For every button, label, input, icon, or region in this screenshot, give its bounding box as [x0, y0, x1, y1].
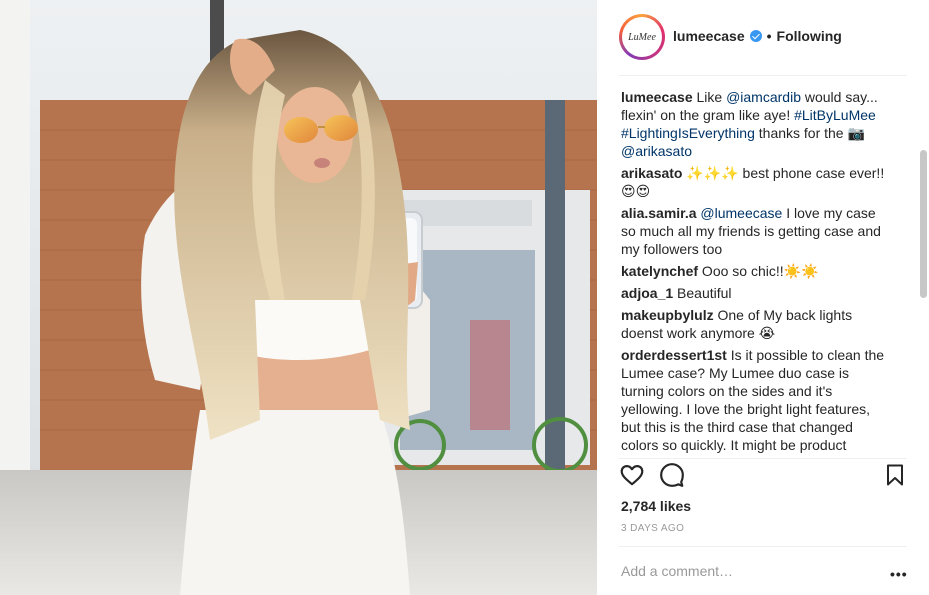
avatar-inner: LuMee: [622, 17, 662, 57]
comment-item: katelynchef Ooo so chic!!☀️☀️: [621, 262, 891, 280]
footer-divider: [619, 546, 907, 547]
comments-scrollbar[interactable]: [920, 150, 927, 298]
avatar-logo: LuMee: [628, 31, 656, 43]
comment-item: alia.samir.a @lumeecase I love my case s…: [621, 204, 891, 258]
more-options-button[interactable]: •••: [890, 566, 908, 582]
comment-username[interactable]: makeupbylulz: [621, 307, 714, 323]
following-button[interactable]: Following: [777, 28, 842, 44]
comment-username[interactable]: orderdessert1st: [621, 347, 727, 363]
add-comment-input[interactable]: [621, 561, 871, 581]
hashtag-link[interactable]: #LightingIsEverything: [621, 125, 755, 141]
action-bar: [619, 462, 909, 494]
instagram-post-modal: LuMee lumeecase • Following lumeecase Li…: [0, 0, 929, 595]
author-username[interactable]: lumeecase: [673, 28, 745, 44]
header-separator: •: [766, 28, 772, 44]
comment-username[interactable]: katelynchef: [621, 263, 698, 279]
mention-link[interactable]: @iamcardib: [726, 89, 801, 105]
comments-list[interactable]: lumeecase Like @iamcardib would say... f…: [621, 88, 891, 458]
comment-item: makeupbylulz One of My back lights doens…: [621, 306, 891, 342]
header-line: lumeecase • Following: [673, 28, 842, 44]
speech-bubble-icon[interactable]: [659, 462, 687, 490]
post-photo: [0, 0, 597, 595]
bookmark-icon[interactable]: [883, 462, 911, 490]
mention-link[interactable]: @lumeecase: [700, 205, 782, 221]
comment-item: orderdessert1st Is it possible to clean …: [621, 346, 891, 454]
post-date[interactable]: 3 DAYS AGO: [621, 523, 684, 534]
comment-text: Beautiful: [673, 285, 732, 301]
comment-text: thanks for the 📷: [754, 125, 865, 141]
likes-count[interactable]: 2,784 likes: [621, 498, 691, 514]
comment-text: Like: [692, 89, 727, 105]
verified-badge-icon: [749, 30, 762, 42]
comment-item: lumeecase Like @iamcardib would say... f…: [621, 88, 891, 160]
comment-username[interactable]: arikasato: [621, 165, 682, 181]
comment-item: adjoa_1 Beautiful: [621, 284, 891, 302]
heart-outline-icon[interactable]: [619, 462, 647, 490]
comments-divider: [619, 458, 907, 459]
comment-username[interactable]: adjoa_1: [621, 285, 673, 301]
post-image: [0, 0, 597, 595]
post-side-panel: LuMee lumeecase • Following lumeecase Li…: [597, 0, 929, 595]
mention-link[interactable]: @arikasato: [621, 143, 692, 159]
post-header: LuMee lumeecase • Following: [597, 0, 929, 75]
avatar[interactable]: LuMee: [619, 14, 665, 60]
comment-item: arikasato ✨✨✨ best phone case ever!! 😍😍: [621, 164, 891, 200]
comment-username[interactable]: lumeecase: [621, 89, 693, 105]
comment-username[interactable]: alia.samir.a: [621, 205, 697, 221]
header-divider: [619, 75, 907, 76]
comment-text: Ooo so chic!!☀️☀️: [698, 263, 819, 279]
hashtag-link[interactable]: #LitByLuMee: [794, 107, 876, 123]
